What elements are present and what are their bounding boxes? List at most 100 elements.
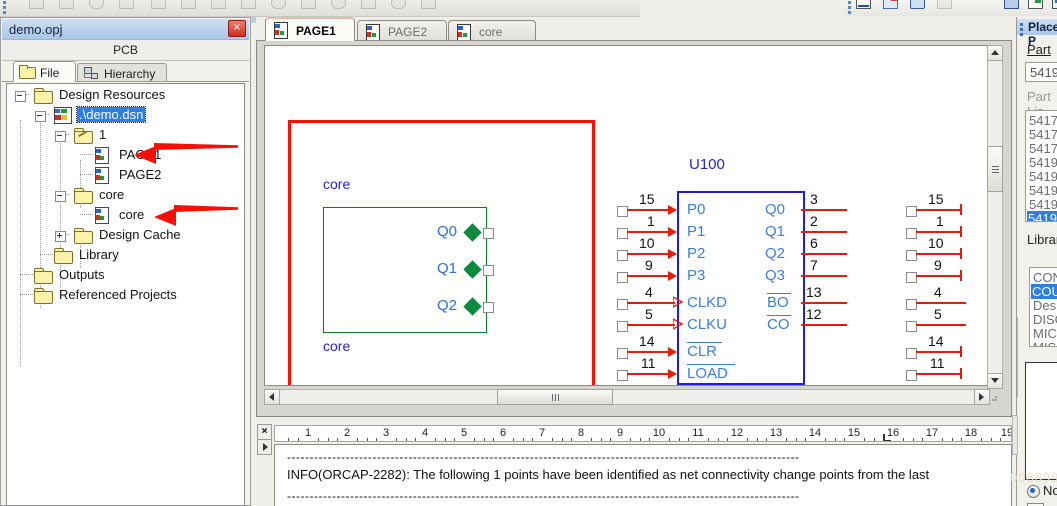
part-list-item[interactable]: 54177: [1029, 127, 1057, 142]
tab-core[interactable]: core: [448, 20, 536, 41]
part-list-item[interactable]: 54191: [1029, 183, 1057, 198]
project-window-titlebar[interactable]: demo.opj: [2, 19, 249, 40]
wire-clipped-1[interactable]: [916, 209, 962, 211]
toolbar-icon-import[interactable]: [270, 0, 287, 9]
net-connector-p1[interactable]: [617, 228, 628, 239]
net-connector-p2[interactable]: [617, 250, 628, 261]
scroll-right-button[interactable]: [974, 389, 990, 405]
log-ruler[interactable]: 1 2 3 4 5 6 7 8 9 10 11 12 13 14 15 16 1…: [274, 425, 1012, 442]
part-list-item[interactable]: 54190: [1029, 155, 1057, 170]
wire-q3[interactable]: [801, 275, 847, 277]
tree-item-folder-core[interactable]: core: [55, 185, 235, 205]
hier-pin-q2-connector[interactable]: [483, 302, 494, 313]
wire-p2[interactable]: [627, 253, 669, 255]
wire-clipped-2[interactable]: [916, 231, 962, 233]
net-connector-clipped-7[interactable]: [906, 348, 917, 359]
expander-minus-icon[interactable]: [55, 131, 66, 142]
wire-q2[interactable]: [801, 253, 847, 255]
expander-plus-icon[interactable]: [55, 231, 66, 242]
wire-clipped-3[interactable]: [916, 253, 962, 255]
toolbar-icon-plot[interactable]: [300, 0, 317, 9]
toolbar-icon-place-offpage[interactable]: [1051, 0, 1057, 9]
ruler-tab-marker[interactable]: [883, 434, 891, 441]
toolbar-right[interactable]: ×: [845, 0, 1057, 16]
net-connector-clipped-5[interactable]: [906, 299, 917, 310]
toolbar-right-grip[interactable]: [848, 1, 851, 14]
libraries-list[interactable]: CONN COUN Desig DISC MICR MISC: [1029, 267, 1057, 347]
wire-co[interactable]: [801, 324, 847, 326]
toolbar-icon-annotate[interactable]: [58, 0, 75, 9]
tree-item-folder-1[interactable]: 1: [55, 125, 235, 145]
part-list-item[interactable]: 54191: [1029, 197, 1057, 212]
hier-block[interactable]: [323, 207, 487, 333]
tree-item-page2[interactable]: PAGE2: [93, 165, 233, 185]
wire-p0[interactable]: [627, 209, 669, 211]
tab-page1[interactable]: PAGE1: [265, 17, 355, 41]
wire-p1[interactable]: [627, 231, 669, 233]
vertical-scroll-thumb[interactable]: [987, 146, 1003, 192]
scroll-down-button[interactable]: [987, 373, 1003, 389]
wire-q0[interactable]: [801, 209, 847, 211]
toolbar-icon-misc[interactable]: [420, 0, 437, 9]
library-item[interactable]: MICR: [1033, 326, 1057, 341]
toolbar-icon-report[interactable]: [28, 0, 45, 9]
horizontal-scroll-thumb[interactable]: [497, 389, 613, 405]
net-connector-clku[interactable]: [617, 321, 628, 332]
expander-minus-icon[interactable]: [55, 191, 66, 202]
library-item[interactable]: Desig: [1033, 298, 1057, 313]
tree-item-design-resources[interactable]: Design Resources: [15, 85, 235, 105]
toolbar-grip[interactable]: [3, 1, 6, 14]
toolbar-icon-view[interactable]: [330, 0, 347, 9]
net-connector-clipped-2[interactable]: [906, 228, 917, 239]
library-item-selected[interactable]: COUN: [1031, 284, 1057, 299]
net-connector-p3[interactable]: [617, 272, 628, 283]
part-list-item-selected[interactable]: 54192: [1027, 211, 1057, 221]
schematic-horizontal-scrollbar[interactable]: [264, 389, 990, 405]
toolbar-icon-bom[interactable]: [180, 0, 197, 9]
place-part-titlebar[interactable]: Place P: [1017, 19, 1057, 48]
toolbar-icon-place-entry[interactable]: [985, 0, 1002, 9]
schematic-canvas[interactable]: core core Q0 Q1 Q2 U100 P0 P1 P2 P3 CLKD…: [264, 45, 995, 386]
normal-radio[interactable]: [1027, 485, 1040, 498]
wire-clku[interactable]: [627, 324, 675, 326]
wire-clkd[interactable]: [627, 302, 675, 304]
part-list-item[interactable]: 54176: [1029, 113, 1057, 128]
scroll-up-button[interactable]: [987, 45, 1003, 61]
expander-minus-icon[interactable]: [15, 91, 26, 102]
wire-q1[interactable]: [801, 231, 847, 233]
resize-grip[interactable]: [989, 391, 1001, 403]
net-connector-clipped-8[interactable]: [906, 370, 917, 381]
net-connector-clr[interactable]: [617, 348, 628, 359]
expand-icon[interactable]: [257, 439, 272, 455]
toolbar-left[interactable]: [0, 0, 640, 17]
toolbar-icon-export[interactable]: [240, 0, 257, 9]
toolbar-icon-place-net-alias[interactable]: [909, 0, 926, 9]
session-log-text-area[interactable]: ----------------------------------------…: [274, 444, 1012, 506]
wire-clipped-4[interactable]: [916, 275, 962, 277]
library-item[interactable]: MISC: [1033, 340, 1057, 346]
wire-clipped-5[interactable]: [916, 302, 966, 304]
scroll-left-button[interactable]: [264, 389, 280, 405]
net-connector-clipped-1[interactable]: [906, 206, 917, 217]
schematic-vertical-scrollbar[interactable]: [987, 45, 1003, 389]
wire-clipped-7[interactable]: [916, 351, 962, 353]
panel-scrollbar-fragment[interactable]: [1017, 317, 1018, 397]
part-list[interactable]: 54176 54177 54177 54190 54190 54191 5419…: [1025, 110, 1057, 222]
net-connector-clkd[interactable]: [617, 299, 628, 310]
wire-clipped-6[interactable]: [916, 324, 966, 326]
toolbar-icon-place-bus[interactable]: [936, 0, 953, 9]
toolbar-icon-settings[interactable]: [390, 0, 407, 9]
toolbar-icon-place-wire[interactable]: [882, 0, 899, 9]
close-icon[interactable]: ×: [228, 20, 246, 37]
library-item[interactable]: DISC: [1033, 312, 1057, 327]
net-connector-clipped-4[interactable]: [906, 272, 917, 283]
toolbar-icon-place-ground[interactable]: [1027, 0, 1044, 9]
hier-pin-q0-connector[interactable]: [483, 228, 494, 239]
wire-p3[interactable]: [627, 275, 669, 277]
net-connector-load[interactable]: [617, 370, 628, 381]
tree-item-library[interactable]: Library: [53, 245, 233, 265]
tab-file[interactable]: File: [13, 61, 76, 82]
wire-load[interactable]: [627, 373, 669, 375]
preview-pane[interactable]: [1025, 362, 1057, 480]
library-item[interactable]: CONN: [1033, 270, 1057, 285]
